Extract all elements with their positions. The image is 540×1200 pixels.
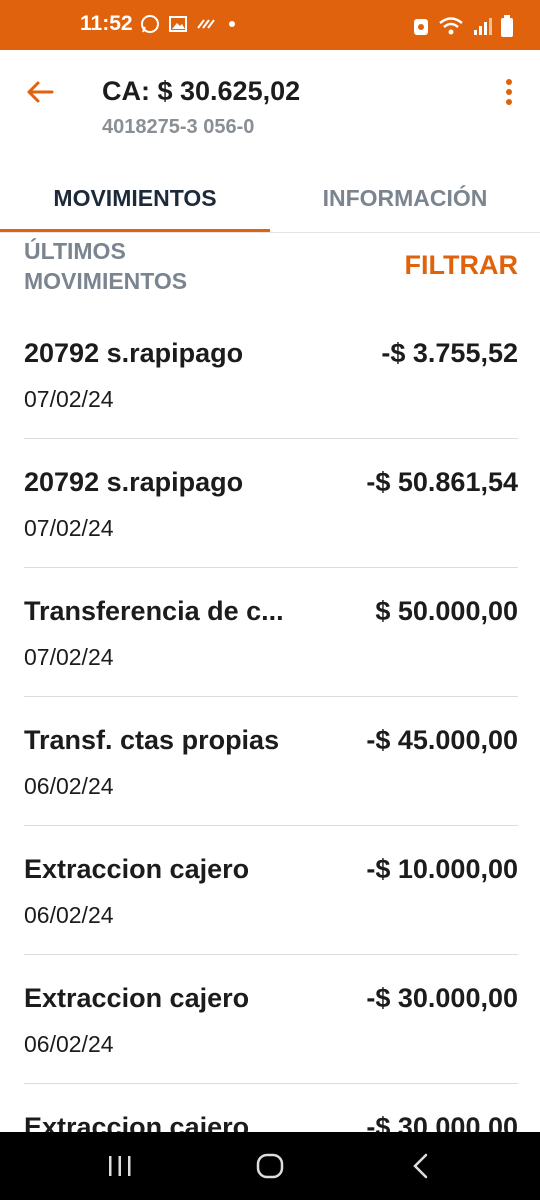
recent-apps-button[interactable] [100,1150,140,1182]
movement-amount: -$ 45.000,00 [366,725,518,755]
filter-button[interactable]: FILTRAR [405,250,518,281]
list-item[interactable]: Transferencia de c... $ 50.000,00 07/02/… [24,568,518,697]
movement-date: 07/02/24 [24,644,114,670]
movement-amount: -$ 3.755,52 [381,338,518,368]
alarm-icon [412,15,430,42]
recent-apps-icon [109,1156,131,1176]
account-header: CA: $ 30.625,02 4018275-3 056-0 [0,50,540,170]
movement-description: Transferencia de c... [24,596,284,626]
account-balance-title: CA: $ 30.625,02 [102,76,301,106]
movement-description: 20792 s.rapipago [24,338,244,368]
movement-description: 20792 s.rapipago [24,467,244,497]
tab-bar: MOVIMIENTOS INFORMACIÓN [0,170,540,233]
movement-description: Extraccion cajero [24,1112,250,1132]
more-vertical-icon [506,79,512,105]
movement-amount: -$ 50.861,54 [366,467,518,497]
movement-amount: $ 50.000,00 [375,596,518,626]
signal-scribble-icon [196,14,218,39]
battery-icon [500,14,514,43]
account-number: 4018275-3 056-0 [102,116,255,138]
movement-date: 06/02/24 [24,773,114,799]
movement-amount: -$ 30.000,00 [366,983,518,1013]
movement-description: Extraccion cajero [24,983,250,1013]
movement-date: 07/02/24 [24,386,114,412]
dot-icon [226,14,238,39]
tab-informacion[interactable]: INFORMACIÓN [270,170,540,230]
status-bar: 11:52 [0,0,540,50]
back-nav-button[interactable] [402,1150,442,1182]
more-options-button[interactable] [500,76,518,108]
movement-date: 07/02/24 [24,515,114,541]
back-icon [413,1153,428,1179]
arrow-left-icon [27,81,54,103]
section-header: ÚLTIMOS MOVIMIENTOS FILTRAR [0,232,540,302]
home-button[interactable] [250,1150,290,1182]
tab-movimientos[interactable]: MOVIMIENTOS [0,170,270,232]
list-item[interactable]: Extraccion cajero -$ 30.000,00 [24,1084,518,1132]
movement-description: Extraccion cajero [24,854,250,884]
status-left-icons [140,14,238,39]
whatsapp-icon [140,14,160,39]
gallery-icon [168,14,188,39]
list-item[interactable]: Transf. ctas propias -$ 45.000,00 06/02/… [24,697,518,826]
movement-date: 06/02/24 [24,1031,114,1057]
list-item[interactable]: 20792 s.rapipago -$ 3.755,52 07/02/24 [24,310,518,439]
list-item[interactable]: 20792 s.rapipago -$ 50.861,54 07/02/24 [24,439,518,568]
list-item[interactable]: Extraccion cajero -$ 10.000,00 06/02/24 [24,826,518,955]
home-icon [256,1153,284,1179]
wifi-icon [438,15,464,42]
movement-date: 06/02/24 [24,902,114,928]
movement-amount: -$ 30.000,00 [366,1112,518,1132]
cell-signal-icon [472,15,492,42]
status-time: 11:52 [80,12,133,35]
list-item[interactable]: Extraccion cajero -$ 30.000,00 06/02/24 [24,955,518,1084]
movements-list: 20792 s.rapipago -$ 3.755,52 07/02/24 20… [0,310,540,1132]
movement-description: Transf. ctas propias [24,725,280,755]
back-button[interactable] [22,74,58,110]
movement-amount: -$ 10.000,00 [366,854,518,884]
section-title: ÚLTIMOS MOVIMIENTOS [24,238,188,294]
status-right-icons [412,14,514,43]
system-nav-bar [0,1132,540,1200]
